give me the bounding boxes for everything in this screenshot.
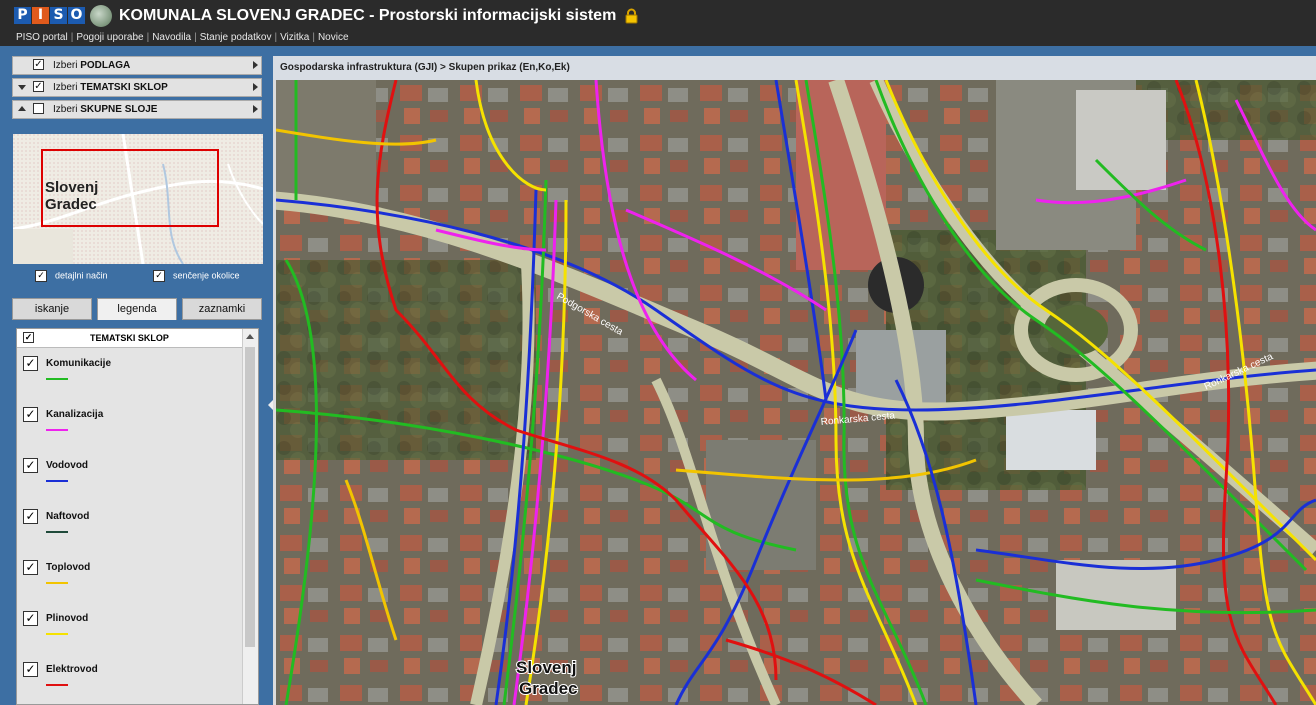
- map-panel: Gospodarska infrastruktura (GJI) > Skupe…: [273, 56, 1316, 705]
- logo-letter: I: [32, 7, 49, 24]
- collapse-up-icon[interactable]: [18, 106, 26, 111]
- podlaga-checkbox[interactable]: ✓: [33, 59, 44, 70]
- map-place-label: Gradec: [519, 679, 578, 698]
- legend-scrollbar[interactable]: [242, 329, 258, 704]
- nav-separator: |: [194, 32, 197, 43]
- legend-group-checkbox[interactable]: ✓: [23, 332, 34, 343]
- chevron-right-icon[interactable]: [253, 83, 258, 91]
- legend-item-checkbox[interactable]: ✓: [23, 356, 38, 371]
- scroll-up-icon[interactable]: [246, 334, 254, 339]
- lock-icon: [625, 8, 638, 24]
- legend-item-label: Toplovod: [46, 562, 91, 573]
- layer-row-skupne[interactable]: Izberi SKUPNE SLOJE: [12, 100, 262, 119]
- overview-extent-rectangle[interactable]: [41, 149, 219, 227]
- layer-row-podlaga[interactable]: ✓ Izberi PODLAGA: [12, 56, 262, 75]
- nav-separator: |: [274, 32, 278, 43]
- legend-item-checkbox[interactable]: ✓: [23, 560, 38, 575]
- legend-panel: ✓ TEMATSKI SKLOP ✓ Komunikacije ✓ Kanalizac…: [16, 328, 259, 705]
- legend-item-checkbox[interactable]: ✓: [23, 458, 38, 473]
- nav-link-stanje-podatkov[interactable]: Stanje podatkov: [200, 32, 272, 43]
- legend-item-label: Naftovod: [46, 511, 90, 522]
- panel-tabs: iskanje legenda zaznamki: [12, 298, 264, 320]
- map-breadcrumb: Gospodarska infrastruktura (GJI) > Skupe…: [273, 56, 1316, 80]
- logo-letter: P: [14, 7, 31, 24]
- legend-line-swatch: [46, 633, 68, 635]
- map-place-label: Slovenj: [516, 658, 576, 677]
- legend-line-swatch: [46, 582, 68, 584]
- map-graphic: Podgorska cesta Ronkarska cesta Ronkarsk…: [276, 80, 1316, 705]
- legend-list: ✓ Komunikacije ✓ Kanalizacija ✓ Vodovod ✓ Nafto…: [17, 348, 243, 704]
- nav-link-pogoji-uporabe[interactable]: Pogoji uporabe: [76, 32, 143, 43]
- layer-label: TEMATSKI SKLOP: [80, 82, 168, 93]
- tab-iskanje[interactable]: iskanje: [12, 298, 92, 320]
- layer-label: SKUPNE SLOJE: [80, 104, 158, 115]
- legend-item-label: Vodovod: [46, 460, 89, 471]
- tab-legenda[interactable]: legenda: [97, 298, 177, 320]
- legend-item-checkbox[interactable]: ✓: [23, 662, 38, 677]
- overview-map[interactable]: Slovenj Gradec: [13, 134, 263, 264]
- nav-links: PISO portal | Pogoji uporabe | Navodila | Stan…: [16, 32, 349, 43]
- nav-separator: |: [146, 32, 150, 43]
- detailed-checkbox[interactable]: ✓: [35, 270, 47, 282]
- tematski-checkbox[interactable]: ✓: [33, 81, 44, 92]
- legend-item-checkbox[interactable]: ✓: [23, 611, 38, 626]
- nav-link-vizitka[interactable]: Vizitka: [280, 32, 309, 43]
- legend-item-checkbox[interactable]: ✓: [23, 407, 38, 422]
- layer-label-prefix: Izberi: [53, 60, 78, 71]
- skupne-checkbox[interactable]: [33, 103, 44, 114]
- option-detailed[interactable]: ✓ detajlni način: [35, 270, 108, 282]
- legend-line-swatch: [46, 684, 68, 686]
- piso-logo[interactable]: P I S O: [14, 7, 85, 24]
- scrollbar-thumb[interactable]: [245, 347, 255, 647]
- legend-header: ✓ TEMATSKI SKLOP: [17, 329, 243, 348]
- chevron-right-icon[interactable]: [253, 105, 258, 113]
- map-canvas[interactable]: Podgorska cesta Ronkarska cesta Ronkarsk…: [276, 80, 1316, 705]
- legend-item-label: Plinovod: [46, 613, 89, 624]
- app-title: KOMUNALA SLOVENJ GRADEC - Prostorski inf…: [119, 7, 617, 24]
- layer-label: PODLAGA: [80, 60, 131, 71]
- left-panel: ✓ Izberi PODLAGA ✓ Izberi TEMATSKI SKLOP…: [12, 56, 264, 705]
- top-bar: P I S O KOMUNALA SLOVENJ GRADEC - Prosto…: [0, 0, 1316, 46]
- nav-separator: |: [70, 32, 74, 43]
- layer-label-prefix: Izberi: [53, 82, 78, 93]
- legend-item-label: Kanalizacija: [46, 409, 104, 420]
- nav-link-piso-portal[interactable]: PISO portal: [16, 32, 68, 43]
- layer-row-tematski[interactable]: ✓ Izberi TEMATSKI SKLOP: [12, 78, 262, 97]
- legend-item-checkbox[interactable]: ✓: [23, 509, 38, 524]
- logo-letter: O: [68, 7, 85, 24]
- legend-line-swatch: [46, 378, 68, 380]
- option-label: detajlni način: [55, 270, 108, 281]
- legend-line-swatch: [46, 480, 68, 482]
- nav-link-novice[interactable]: Novice: [318, 32, 349, 43]
- chevron-right-icon[interactable]: [253, 61, 258, 69]
- option-shading[interactable]: ✓ senčenje okolice: [153, 270, 240, 282]
- nav-separator: |: [312, 32, 315, 43]
- option-label: senčenje okolice: [173, 270, 240, 281]
- logo-letter: S: [50, 7, 67, 24]
- layer-label-prefix: Izberi: [53, 104, 78, 115]
- legend-line-swatch: [46, 531, 68, 533]
- globe-icon[interactable]: [90, 5, 112, 27]
- legend-item-label: Elektrovod: [46, 664, 98, 675]
- collapse-down-icon[interactable]: [18, 85, 26, 90]
- legend-header-title: TEMATSKI SKLOP: [90, 333, 169, 343]
- nav-link-navodila[interactable]: Navodila: [152, 32, 191, 43]
- tab-zaznamki[interactable]: zaznamki: [182, 298, 262, 320]
- legend-line-swatch: [46, 429, 68, 431]
- legend-item-label: Komunikacije: [46, 358, 112, 369]
- shading-checkbox[interactable]: ✓: [153, 270, 165, 282]
